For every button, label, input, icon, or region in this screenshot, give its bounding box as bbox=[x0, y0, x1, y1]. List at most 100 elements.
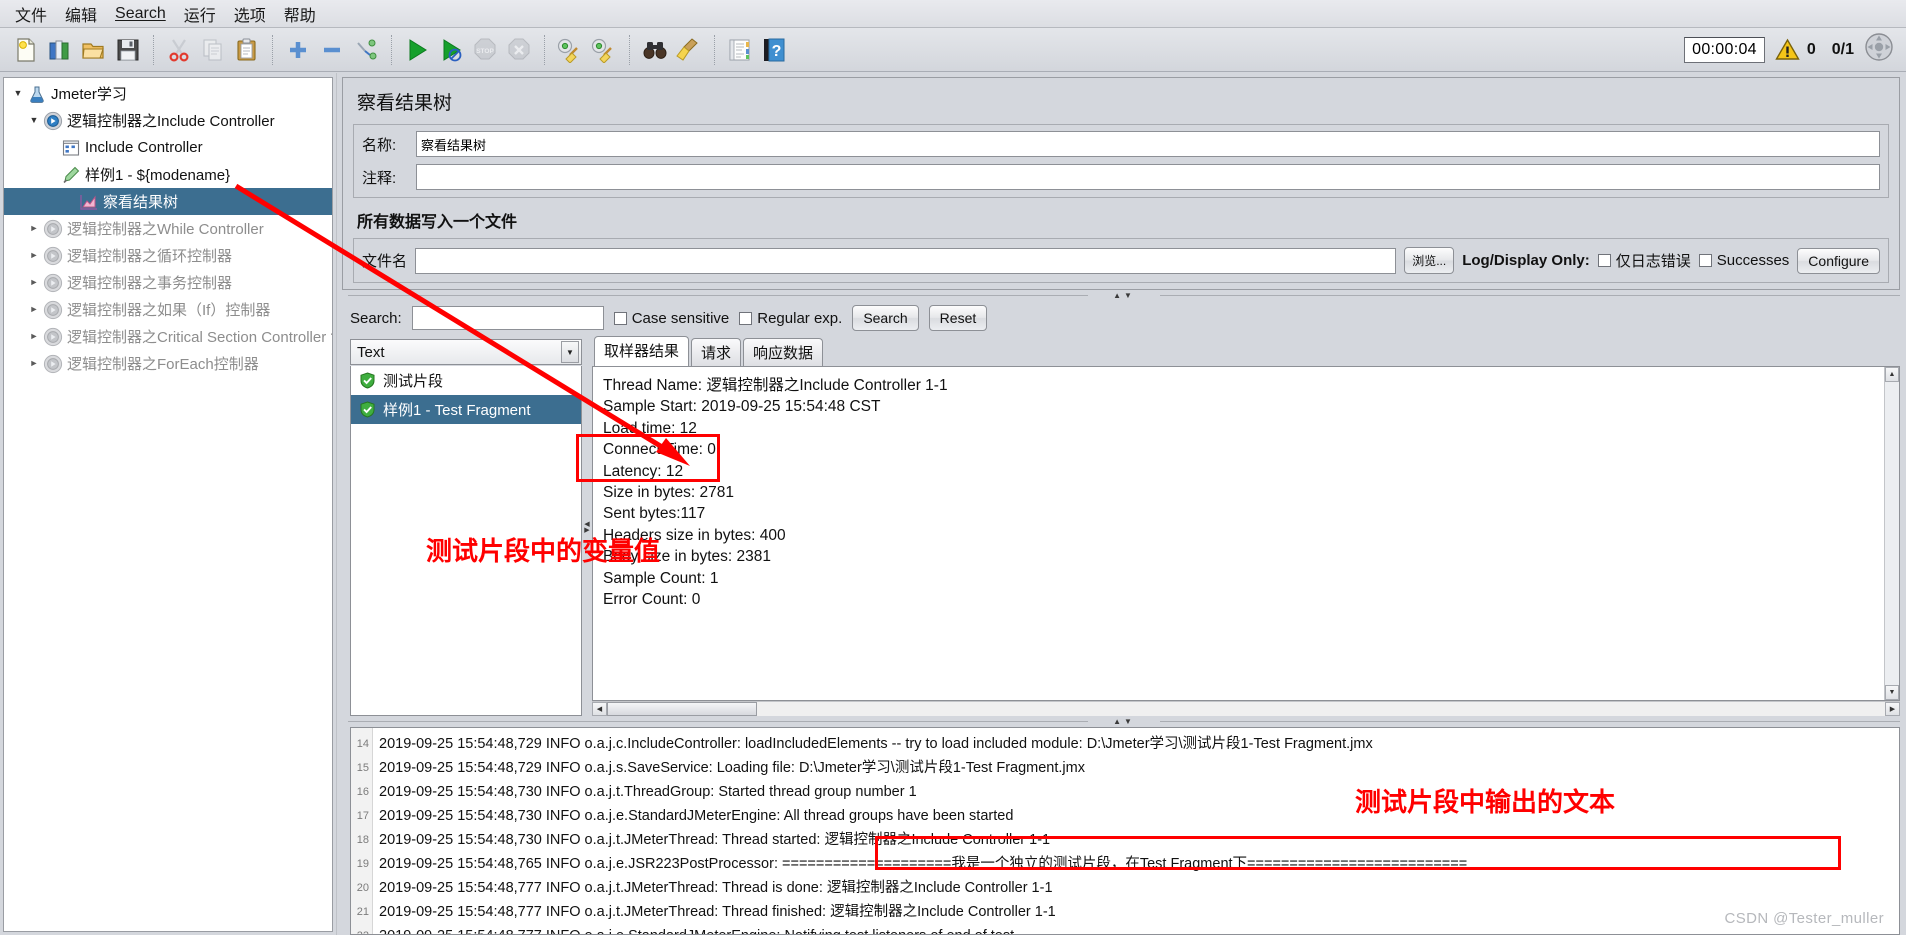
clear-all-icon[interactable] bbox=[588, 34, 620, 66]
successes-checkbox[interactable]: Successes bbox=[1698, 252, 1789, 269]
twisty-icon[interactable]: ► bbox=[26, 278, 42, 287]
twisty-icon[interactable]: ► bbox=[26, 224, 42, 233]
menu-item-run[interactable]: 运行 bbox=[175, 0, 225, 28]
search-input[interactable] bbox=[411, 306, 604, 330]
list-item[interactable]: 样例1 - Test Fragment bbox=[351, 395, 581, 424]
checkbox-box[interactable] bbox=[1597, 254, 1611, 267]
tree-node-critical-section-controller-group[interactable]: ► 逻辑控制器之Critical Section Controller ? bbox=[4, 323, 332, 350]
thread-group-icon bbox=[42, 246, 64, 266]
filename-input[interactable] bbox=[415, 247, 1397, 274]
open-icon[interactable] bbox=[78, 34, 110, 66]
tree-node-while-controller-group[interactable]: ► 逻辑控制器之While Controller bbox=[4, 215, 332, 242]
errors-only-checkbox[interactable]: 仅日志错误 bbox=[1597, 250, 1691, 271]
scroll-up-icon[interactable]: ▲ bbox=[1885, 367, 1899, 382]
detail-vertical-scrollbar[interactable]: ▲ ▼ bbox=[1884, 367, 1899, 700]
shutdown-icon[interactable] bbox=[503, 34, 535, 66]
menu-item-help[interactable]: 帮助 bbox=[275, 0, 325, 28]
warning-indicator[interactable]: 0 bbox=[1775, 38, 1816, 61]
reset-search-icon[interactable] bbox=[673, 34, 705, 66]
toolbar-group-file bbox=[6, 34, 148, 66]
chevron-down-icon[interactable]: ▼ bbox=[561, 341, 579, 363]
configure-button[interactable]: Configure bbox=[1797, 247, 1880, 274]
results-horizontal-splitter[interactable]: ◀ ▶ bbox=[582, 339, 592, 716]
view-results-tree-config: 察看结果树 名称: 察看结果树 注释: 所有数据写入一个文件 文件名 浏览...… bbox=[342, 77, 1900, 290]
menu-item-options[interactable]: 选项 bbox=[225, 0, 275, 28]
sample-results-list[interactable]: 测试片段 样例1 - Test Fragment bbox=[350, 366, 582, 716]
tab-sampler-result[interactable]: 取样器结果 bbox=[594, 336, 690, 366]
tree-node-sampler[interactable]: 样例1 - ${modename} bbox=[4, 161, 332, 188]
start-no-pause-icon[interactable] bbox=[435, 34, 467, 66]
tree-node-label: 逻辑控制器之While Controller bbox=[67, 221, 264, 238]
twisty-icon[interactable]: ► bbox=[26, 332, 42, 341]
menu-item-edit[interactable]: 编辑 bbox=[56, 0, 106, 28]
collapse-icon[interactable] bbox=[316, 34, 348, 66]
tree-node-loop-controller-group[interactable]: ► 逻辑控制器之循环控制器 bbox=[4, 242, 332, 269]
twisty-icon[interactable]: ▼ bbox=[10, 89, 26, 98]
config-results-grabber[interactable]: ▲▼ bbox=[342, 290, 1906, 301]
checkbox-box[interactable] bbox=[739, 311, 753, 325]
checkbox-box[interactable] bbox=[1698, 254, 1712, 267]
twisty-icon[interactable]: ► bbox=[26, 359, 42, 368]
results-list-pane: Text ▼ 测试片段 样例1 - Test Fragment bbox=[350, 339, 582, 716]
checkbox-box[interactable] bbox=[613, 311, 627, 325]
result-line: Thread Name: 逻辑控制器之Include Controller 1-… bbox=[603, 377, 948, 394]
start-icon[interactable] bbox=[401, 34, 433, 66]
function-helper-icon[interactable] bbox=[724, 34, 756, 66]
renderer-select[interactable]: Text ▼ bbox=[350, 339, 582, 365]
menu-item-search[interactable]: Search bbox=[106, 3, 175, 25]
help-icon[interactable]: ? bbox=[758, 34, 790, 66]
case-sensitive-checkbox[interactable]: Case sensitive bbox=[613, 310, 729, 327]
tree-node-label: 逻辑控制器之Include Controller bbox=[67, 113, 275, 130]
stop-icon[interactable]: STOP bbox=[469, 34, 501, 66]
search-button[interactable]: Search bbox=[852, 305, 919, 331]
detail-horizontal-scrollbar[interactable]: ◀ ▶ bbox=[592, 701, 1900, 716]
list-item[interactable]: 测试片段 bbox=[351, 366, 581, 395]
expand-icon[interactable] bbox=[282, 34, 314, 66]
scrollbar-track[interactable] bbox=[1885, 382, 1899, 685]
toggle-icon[interactable] bbox=[350, 34, 382, 66]
tree-node-include-controller-group[interactable]: ▼ 逻辑控制器之Include Controller bbox=[4, 107, 332, 134]
copy-icon[interactable] bbox=[197, 34, 229, 66]
tab-response-data[interactable]: 响应数据 bbox=[743, 338, 824, 367]
tree-node-foreach-controller-group[interactable]: ► 逻辑控制器之ForEach控制器 bbox=[4, 350, 332, 377]
thread-status-icon[interactable] bbox=[1864, 32, 1894, 67]
tree-node-label: 样例1 - ${modename} bbox=[85, 167, 231, 184]
cut-icon[interactable] bbox=[163, 34, 195, 66]
search-icon[interactable] bbox=[639, 34, 671, 66]
tree-node-view-results-tree[interactable]: 察看结果树 bbox=[4, 188, 332, 215]
comment-input[interactable] bbox=[416, 164, 1880, 190]
scrollbar-thumb[interactable] bbox=[607, 702, 757, 716]
clear-icon[interactable] bbox=[554, 34, 586, 66]
new-icon[interactable] bbox=[10, 34, 42, 66]
browse-button[interactable]: 浏览... bbox=[1404, 247, 1455, 274]
tree-node-include-controller[interactable]: Include Controller bbox=[4, 134, 332, 161]
menu-item-file[interactable]: 文件 bbox=[6, 0, 56, 28]
tree-node-if-controller-group[interactable]: ► 逻辑控制器之如果（If）控制器 bbox=[4, 296, 332, 323]
name-input[interactable]: 察看结果树 bbox=[416, 131, 1880, 157]
toolbar-group-clear bbox=[550, 34, 624, 66]
twisty-icon[interactable]: ► bbox=[26, 251, 42, 260]
test-plan-icon bbox=[26, 85, 48, 103]
scroll-down-icon[interactable]: ▼ bbox=[1885, 685, 1899, 700]
templates-icon[interactable] bbox=[44, 34, 76, 66]
scroll-left-icon[interactable]: ◀ bbox=[592, 702, 607, 716]
reset-button[interactable]: Reset bbox=[928, 305, 988, 331]
scroll-right-icon[interactable]: ▶ bbox=[1885, 702, 1900, 716]
save-icon[interactable] bbox=[112, 34, 144, 66]
twisty-icon[interactable]: ► bbox=[26, 305, 42, 314]
log-line-number: 15 bbox=[356, 762, 369, 774]
tree-node-transaction-controller-group[interactable]: ► 逻辑控制器之事务控制器 bbox=[4, 269, 332, 296]
log-line-number: 16 bbox=[356, 786, 369, 798]
twisty-icon[interactable]: ▼ bbox=[26, 116, 42, 125]
list-item-label: 样例1 - Test Fragment bbox=[383, 402, 531, 419]
sampler-result-text[interactable]: Thread Name: 逻辑控制器之Include Controller 1-… bbox=[592, 366, 1900, 701]
tree-node-test-plan[interactable]: ▼ Jmeter学习 bbox=[4, 80, 332, 107]
thread-group-icon bbox=[42, 111, 64, 131]
log-line-number: 19 bbox=[356, 858, 369, 870]
paste-icon[interactable] bbox=[231, 34, 263, 66]
test-plan-tree[interactable]: ▼ Jmeter学习 ▼ 逻辑控制器之Include Controller In… bbox=[3, 77, 333, 932]
results-log-grabber[interactable]: ▲▼ bbox=[342, 716, 1906, 727]
tab-request[interactable]: 请求 bbox=[691, 338, 742, 367]
log-console[interactable]: 14 15 16 17 18 19 20 21 22 2019-09-25 15… bbox=[350, 727, 1900, 935]
regular-exp-checkbox[interactable]: Regular exp. bbox=[739, 310, 842, 327]
